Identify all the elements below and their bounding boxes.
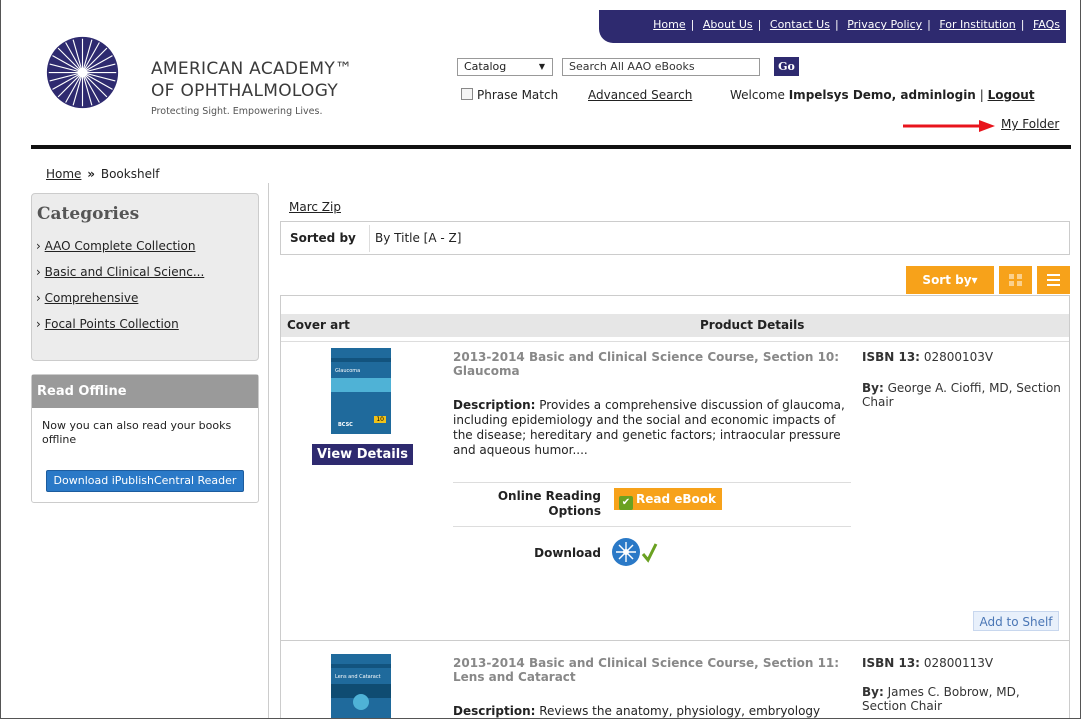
aao-logo-icon[interactable]	[45, 35, 120, 110]
epub-download-icon[interactable]	[610, 536, 670, 568]
catalog-select-value: Catalog	[464, 60, 507, 73]
download-label: Download	[534, 546, 601, 560]
product-title[interactable]: 2013-2014 Basic and Clinical Science Cou…	[453, 350, 848, 378]
product-isbn: ISBN 13: 02800113V	[862, 656, 993, 670]
phrase-match-option[interactable]: Phrase Match	[461, 88, 558, 102]
sort-divider	[369, 225, 370, 252]
category-link[interactable]: Focal Points Collection	[45, 317, 179, 331]
product-author: By: James C. Bobrow, MD, Section Chair	[862, 685, 1062, 713]
phrase-match-checkbox[interactable]	[461, 88, 473, 100]
categories-panel: Categories › AAO Complete Collection › B…	[31, 193, 259, 361]
isbn-value: 02800113V	[923, 656, 994, 670]
cover-number: 10	[374, 416, 386, 423]
user-shelf-link[interactable]: Marc Zip	[289, 200, 341, 214]
table-header: Cover art Product Details	[281, 314, 1069, 337]
breadcrumb-home-link[interactable]: Home	[46, 167, 81, 181]
breadcrumb-separator: »	[87, 167, 96, 181]
product-description: Description: Reviews the anatomy, physio…	[453, 704, 848, 718]
book-cover[interactable]: Glaucoma 10 BCSC	[331, 348, 391, 434]
category-item[interactable]: › Focal Points Collection	[36, 317, 179, 331]
category-link[interactable]: Basic and Clinical Scienc...	[45, 265, 205, 279]
by-label: By:	[862, 685, 884, 699]
read-offline-text: Now you can also read your books offline	[42, 419, 232, 446]
sort-by-button[interactable]: Sort by▾	[906, 266, 994, 294]
options-divider	[453, 482, 851, 483]
read-ebook-label: Read eBook	[636, 492, 716, 506]
red-arrow-icon	[903, 120, 995, 132]
breadcrumb-current: Bookshelf	[100, 167, 160, 181]
product-details-header: Product Details	[700, 318, 805, 332]
row-divider	[281, 640, 1069, 641]
brand-tagline: Protecting Sight. Empowering Lives.	[151, 106, 323, 117]
options-divider	[453, 526, 851, 527]
read-offline-panel: Read Offline Now you can also read your …	[31, 374, 259, 503]
sort-status-bar: Sorted by By Title [A - Z]	[280, 221, 1070, 255]
logout-link[interactable]: Logout	[988, 88, 1035, 102]
top-navigation: Home | About Us | Contact Us | Privacy Poli…	[599, 10, 1066, 43]
read-check-icon: ✔	[619, 496, 633, 510]
header-divider	[31, 145, 1071, 149]
nav-contact-link[interactable]: Contact Us	[770, 18, 830, 31]
author-value: George A. Cioffi, MD, Section Chair	[862, 381, 1061, 409]
sorted-by-value: By Title [A - Z]	[375, 231, 462, 245]
phrase-match-label: Phrase Match	[477, 88, 559, 102]
row-divider	[281, 341, 1069, 342]
my-folder-link[interactable]: My Folder	[1001, 117, 1059, 131]
user-name: Impelsys Demo, adminlogin	[788, 88, 976, 102]
breadcrumb: Home » Bookshelf	[46, 167, 160, 181]
online-reading-label: Online Reading Options	[497, 489, 601, 518]
add-to-shelf-button[interactable]: Add to Shelf	[973, 611, 1059, 631]
category-link[interactable]: Comprehensive	[45, 291, 139, 305]
product-description: Description: Provides a comprehensive di…	[453, 398, 848, 458]
category-item[interactable]: › Basic and Clinical Scienc...	[36, 265, 204, 279]
list-icon	[1047, 274, 1060, 286]
search-input[interactable]: Search All AAO eBooks	[562, 58, 760, 76]
page-frame: Home | About Us | Contact Us | Privacy Poli…	[0, 0, 1081, 719]
category-item[interactable]: › Comprehensive	[36, 291, 138, 305]
book-cover[interactable]: Lens and Cataract	[331, 654, 391, 718]
category-link[interactable]: AAO Complete Collection	[45, 239, 196, 253]
nav-home-link[interactable]: Home	[653, 18, 685, 31]
column-divider	[268, 183, 269, 718]
description-label: Description:	[453, 704, 536, 718]
nav-about-link[interactable]: About Us	[703, 18, 753, 31]
categories-title: Categories	[37, 204, 140, 224]
cover-title: Lens and Cataract	[335, 674, 381, 680]
read-ebook-button[interactable]: ✔ Read eBook	[614, 488, 722, 510]
welcome-bar: Welcome Impelsys Demo, adminlogin | Logo…	[730, 88, 1035, 102]
product-author: By: George A. Cioffi, MD, Section Chair	[862, 381, 1062, 409]
description-text: Reviews the anatomy, physiology, embryol…	[539, 704, 821, 718]
nav-institution-link[interactable]: For Institution	[939, 18, 1015, 31]
cover-art-header: Cover art	[287, 318, 350, 332]
author-value: James C. Bobrow, MD, Section Chair	[862, 685, 1020, 713]
sorted-by-label: Sorted by	[290, 231, 356, 245]
grid-icon	[1009, 274, 1022, 286]
brand-name-line1: AMERICAN ACADEMY™	[151, 59, 353, 79]
catalog-select[interactable]: Catalog ▼	[457, 58, 553, 76]
view-details-button[interactable]: View Details	[312, 444, 413, 465]
go-button[interactable]: Go	[774, 57, 799, 76]
product-isbn: ISBN 13: 02800103V	[862, 350, 993, 364]
read-offline-title: Read Offline	[32, 375, 258, 408]
welcome-text: Welcome	[730, 88, 785, 102]
advanced-search-link[interactable]: Advanced Search	[588, 88, 692, 102]
isbn-label: ISBN 13:	[862, 656, 920, 670]
isbn-label: ISBN 13:	[862, 350, 920, 364]
grid-view-button[interactable]	[999, 266, 1032, 294]
description-label: Description:	[453, 398, 536, 412]
download-reader-button[interactable]: Download iPublishCentral Reader	[46, 470, 244, 492]
brand-name-line2: OF OPHTHALMOLOGY	[151, 81, 339, 101]
product-title[interactable]: 2013-2014 Basic and Clinical Science Cou…	[453, 656, 848, 684]
welcome-separator: |	[979, 88, 984, 102]
by-label: By:	[862, 381, 884, 395]
nav-privacy-link[interactable]: Privacy Policy	[847, 18, 922, 31]
category-item[interactable]: › AAO Complete Collection	[36, 239, 195, 253]
list-view-button[interactable]	[1037, 266, 1070, 294]
nav-faqs-link[interactable]: FAQs	[1033, 18, 1060, 31]
isbn-value: 02800103V	[923, 350, 994, 364]
dropdown-arrow-icon: ▼	[538, 62, 545, 71]
cover-title: Glaucoma	[335, 368, 361, 374]
